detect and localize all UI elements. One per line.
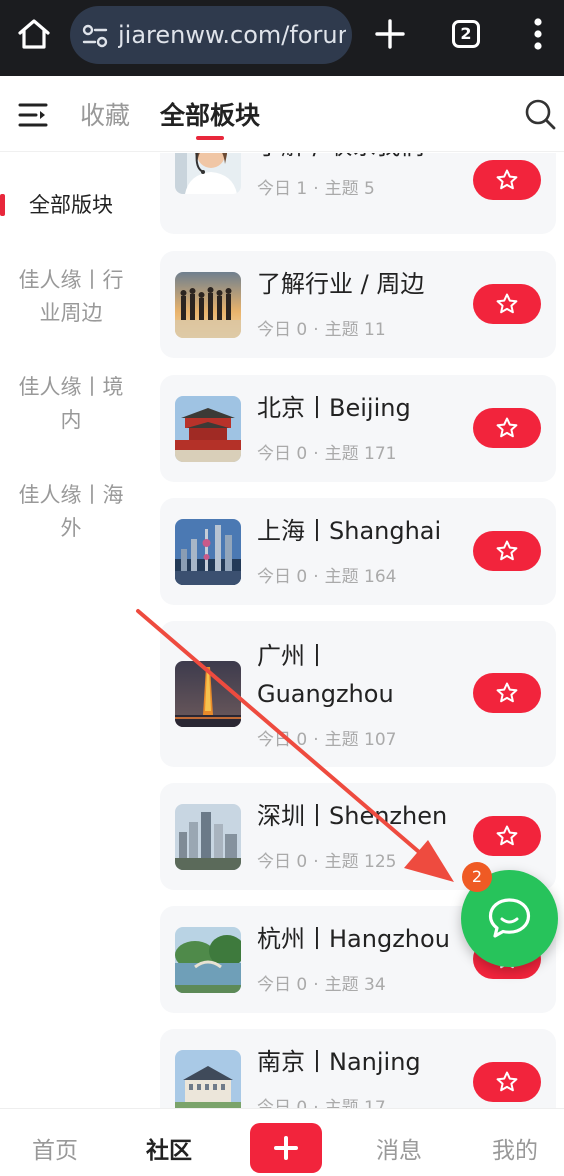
favorite-button[interactable] — [473, 531, 541, 571]
forum-thumbnail — [175, 519, 241, 585]
forum-title-line: Guangzhou — [257, 680, 394, 708]
favorite-button[interactable] — [473, 1062, 541, 1102]
forum-card[interactable]: 了解行业 / 周边 今日 0 · 主题 11 — [160, 251, 556, 358]
forum-thumbnail — [175, 153, 241, 194]
forum-thumbnail — [175, 661, 241, 727]
forum-title: 南京丨Nanjing — [257, 1048, 421, 1076]
forum-stats: 今日 0 · 主题 34 — [257, 975, 386, 995]
category-sidebar: 全部版块 佳人缘丨行 业周边 佳人缘丨境 内 佳人缘丨海 外 — [0, 153, 142, 1108]
tab-all-boards[interactable]: 全部板块 — [160, 96, 260, 132]
forum-title: 北京丨Beijing — [257, 394, 411, 422]
forum-stats: 今日 0 · 主题 17 — [257, 1098, 386, 1108]
new-tab-icon[interactable] — [374, 18, 406, 50]
url-text: jiarenww.com/forum. — [118, 21, 346, 49]
forum-stats: 今日 0 · 主题 171 — [257, 444, 397, 464]
browser-toolbar: jiarenww.com/forum. 2 — [0, 0, 564, 76]
favorite-button[interactable] — [473, 816, 541, 856]
app-header: 收藏 全部板块 — [0, 76, 564, 152]
star-icon — [496, 417, 518, 438]
chat-bubble-icon — [488, 898, 531, 938]
more-menu-icon[interactable] — [527, 16, 549, 52]
star-icon — [496, 540, 518, 561]
forum-stats: 今日 0 · 主题 125 — [257, 852, 397, 872]
forum-stats: 今日 0 · 主题 11 — [257, 320, 386, 340]
sidebar-item-overseas[interactable]: 佳人缘丨海 外 — [12, 479, 130, 545]
active-category-marker — [0, 194, 5, 216]
nav-community[interactable]: 社区 — [146, 1131, 192, 1165]
search-icon[interactable] — [524, 98, 556, 130]
tab-switcher-button[interactable]: 2 — [452, 20, 480, 48]
nav-me[interactable]: 我的 — [492, 1131, 538, 1165]
favorite-button[interactable] — [473, 284, 541, 324]
unread-badge: 2 — [462, 862, 492, 892]
forum-stats: 今日 0 · 主题 164 — [257, 567, 397, 587]
sidebar-item-all[interactable]: 全部版块 — [12, 189, 130, 222]
site-settings-icon[interactable] — [82, 24, 108, 48]
sidebar-item-domestic[interactable]: 佳人缘丨境 内 — [12, 371, 130, 437]
bottom-nav: 首页 社区 消息 我的 — [0, 1108, 564, 1176]
address-bar[interactable]: jiarenww.com/forum. — [70, 6, 352, 64]
forum-title-line: 广州丨 — [257, 642, 329, 670]
menu-icon[interactable] — [18, 102, 48, 128]
home-icon[interactable] — [16, 16, 52, 52]
forum-thumbnail — [175, 396, 241, 462]
sidebar-item-label: 佳人缘丨海 — [18, 483, 124, 507]
nav-messages[interactable]: 消息 — [376, 1131, 422, 1165]
sidebar-item-label: 内 — [60, 408, 82, 432]
forum-card[interactable]: 北京丨Beijing 今日 0 · 主题 171 — [160, 375, 556, 482]
star-icon — [496, 293, 518, 314]
forum-thumbnail — [175, 804, 241, 870]
nav-home[interactable]: 首页 — [32, 1131, 78, 1165]
favorite-button[interactable] — [473, 160, 541, 200]
tab-favorites[interactable]: 收藏 — [80, 96, 130, 132]
forum-card[interactable]: 南京丨Nanjing 今日 0 · 主题 17 — [160, 1029, 556, 1108]
forum-title: 上海丨Shanghai — [257, 517, 442, 545]
forum-card[interactable]: 上海丨Shanghai 今日 0 · 主题 164 — [160, 498, 556, 605]
forum-title: 广州丨 Guangzhou — [257, 637, 467, 713]
sidebar-item-industry[interactable]: 佳人缘丨行 业周边 — [12, 264, 130, 330]
forum-stats: 今日 0 · 主题 107 — [257, 730, 397, 750]
star-icon — [496, 1071, 518, 1092]
favorite-button[interactable] — [473, 673, 541, 713]
active-tab-indicator — [196, 136, 224, 140]
star-icon — [496, 682, 518, 703]
favorite-button[interactable] — [473, 408, 541, 448]
forum-thumbnail — [175, 1050, 241, 1108]
forum-title: 深圳丨Shenzhen — [257, 802, 448, 830]
plus-icon — [274, 1136, 298, 1160]
forum-card[interactable]: 了解 / 联系我们 今日 1·主题 5 — [160, 153, 556, 234]
post-button[interactable] — [250, 1123, 322, 1173]
forum-title: 了解 / 联系我们 — [257, 153, 467, 165]
sidebar-item-label: 业周边 — [39, 301, 103, 325]
star-icon — [496, 169, 518, 190]
forum-thumbnail — [175, 927, 241, 993]
sidebar-item-label: 全部版块 — [29, 193, 113, 217]
sidebar-item-label: 佳人缘丨行 — [18, 268, 124, 292]
forum-card[interactable]: 广州丨 Guangzhou 今日 0 · 主题 107 — [160, 621, 556, 767]
forum-stats: 今日 1 · 主题 5 — [257, 179, 375, 199]
sidebar-item-label: 佳人缘丨境 — [18, 375, 124, 399]
forum-title: 杭州丨Hangzhou — [257, 925, 450, 953]
star-icon — [496, 825, 518, 846]
sidebar-item-label: 外 — [60, 516, 82, 540]
forum-title: 了解行业 / 周边 — [257, 270, 425, 298]
forum-thumbnail — [175, 272, 241, 338]
